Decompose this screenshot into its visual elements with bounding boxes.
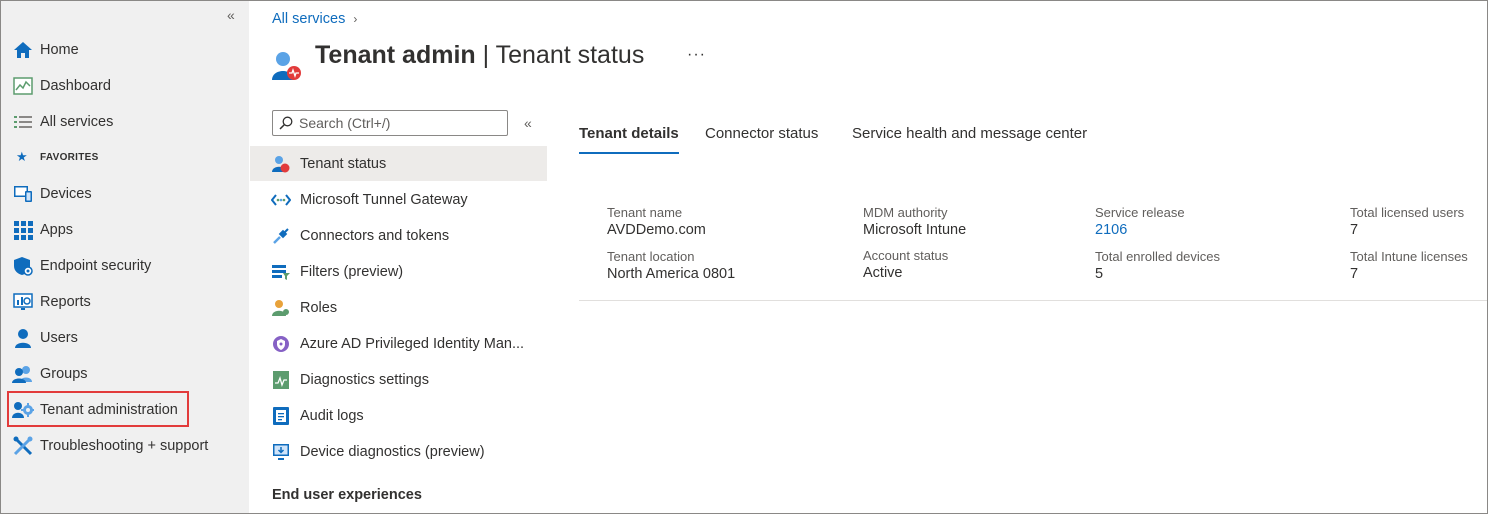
menu-item-diagnostics-settings[interactable]: Diagnostics settings: [250, 362, 547, 397]
nav-item-label: Home: [40, 42, 79, 58]
tenant-name-value: AVDDemo.com: [607, 222, 706, 238]
menu-item-label: Tenant status: [300, 155, 387, 172]
total-intune-licenses-value: 7: [1350, 266, 1359, 282]
left-navigation: « Home Dashboard All services ★ FAVORITE…: [1, 1, 249, 513]
menu-item-device-diagnostics[interactable]: Device diagnostics (preview): [250, 434, 547, 469]
nav-item-label: Users: [40, 330, 78, 346]
menu-item-roles[interactable]: Roles: [250, 290, 547, 325]
service-release-link[interactable]: 2106: [1095, 222, 1127, 238]
favorites-label: FAVORITES: [39, 151, 99, 163]
audit-log-icon: [271, 406, 291, 426]
device-diagnostics-icon: [271, 442, 291, 462]
menu-item-azure-ad-pim[interactable]: Azure AD Privileged Identity Man...: [250, 326, 547, 361]
mdm-authority-value: Microsoft Intune: [863, 222, 967, 238]
account-status-value: Active: [863, 265, 903, 281]
nav-item-all-services[interactable]: All services: [1, 106, 249, 138]
highlight-box: [7, 391, 189, 427]
menu-item-label: Microsoft Tunnel Gateway: [300, 191, 468, 208]
apps-grid-icon: [12, 219, 34, 241]
service-release-label: Service release: [1095, 205, 1185, 220]
dashboard-icon: [12, 75, 34, 97]
tab-connector-status[interactable]: Connector status: [705, 125, 818, 142]
menu-item-filters[interactable]: Filters (preview): [250, 254, 547, 289]
menu-item-label: Filters (preview): [300, 263, 404, 280]
nav-item-users[interactable]: Users: [1, 322, 249, 354]
menu-item-label: Audit logs: [300, 407, 364, 424]
pim-shield-icon: [271, 334, 291, 354]
user-icon: [12, 327, 34, 349]
details-divider: [579, 300, 1487, 301]
total-licensed-users-label: Total licensed users: [1350, 205, 1465, 220]
nav-item-groups[interactable]: Groups: [1, 358, 249, 390]
nav-item-troubleshooting[interactable]: Troubleshooting + support: [1, 430, 249, 462]
page-title-bold: Tenant admin: [315, 41, 476, 69]
tenant-name-label: Tenant name: [607, 205, 683, 220]
connector-plug-icon: [271, 226, 291, 246]
total-licensed-users-value: 7: [1350, 222, 1359, 238]
menu-item-label: Device diagnostics (preview): [300, 443, 485, 460]
collapse-nav-button[interactable]: «: [227, 7, 235, 23]
devices-icon: [12, 183, 34, 205]
total-enrolled-devices-label: Total enrolled devices: [1095, 249, 1221, 264]
total-enrolled-devices-value: 5: [1095, 266, 1104, 282]
nav-item-label: Dashboard: [40, 78, 111, 94]
selected-tab-indicator: [579, 152, 679, 154]
nav-item-endpoint-security[interactable]: Endpoint security: [1, 250, 249, 282]
menu-item-label: Connectors and tokens: [300, 227, 450, 244]
menu-item-label: Roles: [300, 299, 338, 316]
menu-item-label: Azure AD Privileged Identity Man...: [300, 335, 525, 352]
menu-item-audit-logs[interactable]: Audit logs: [250, 398, 547, 433]
page-title-separator: |: [475, 41, 496, 69]
tab-service-health[interactable]: Service health and message center: [852, 125, 1087, 142]
nav-item-label: Devices: [40, 186, 92, 202]
tools-icon: [12, 435, 34, 457]
account-status-label: Account status: [863, 248, 949, 263]
chevron-right-icon: ›: [353, 12, 358, 26]
nav-item-home[interactable]: Home: [1, 34, 249, 66]
tenant-location-label: Tenant location: [607, 249, 695, 264]
nav-item-label: All services: [40, 114, 114, 130]
page-title-rest: Tenant status: [495, 41, 645, 69]
menu-item-tunnel-gateway[interactable]: Microsoft Tunnel Gateway: [250, 182, 547, 217]
search-icon: [279, 116, 293, 130]
list-icon: [12, 111, 34, 133]
breadcrumb: All services ›: [272, 11, 357, 27]
collapse-menu-button[interactable]: «: [524, 115, 532, 131]
diagnostics-icon: [271, 370, 291, 390]
nav-item-label: Endpoint security: [40, 258, 152, 274]
more-options-button[interactable]: ···: [687, 46, 706, 64]
star-icon: ★: [16, 149, 28, 164]
section-header-end-user-experiences: End user experiences: [272, 487, 422, 503]
page-title: Tenant admin | Tenant status: [315, 41, 644, 70]
mdm-authority-label: MDM authority: [863, 205, 948, 220]
breadcrumb-link-all-services[interactable]: All services: [272, 11, 345, 27]
tenant-admin-icon: [272, 50, 302, 82]
search-placeholder: Search (Ctrl+/): [299, 115, 391, 131]
tenant-location-value: North America 0801: [607, 266, 736, 282]
nav-item-label: Groups: [40, 366, 88, 382]
nav-item-dashboard[interactable]: Dashboard: [1, 70, 249, 102]
home-icon: [12, 39, 34, 61]
tab-tenant-details[interactable]: Tenant details: [579, 125, 679, 142]
nav-item-reports[interactable]: Reports: [1, 286, 249, 318]
total-intune-licenses-label: Total Intune licenses: [1350, 249, 1468, 264]
nav-item-label: Apps: [40, 222, 74, 238]
nav-item-apps[interactable]: Apps: [1, 214, 249, 246]
groups-icon: [12, 363, 34, 385]
reports-icon: [12, 291, 34, 313]
roles-icon: [271, 298, 291, 318]
menu-item-label: Diagnostics settings: [300, 371, 429, 388]
nav-item-devices[interactable]: Devices: [1, 178, 249, 210]
menu-item-tenant-status[interactable]: Tenant status: [250, 146, 547, 181]
favorites-header: ★ FAVORITES: [1, 147, 99, 167]
filter-icon: [271, 262, 291, 282]
nav-item-label: Reports: [40, 294, 91, 310]
tunnel-gateway-icon: [271, 190, 291, 210]
shield-icon: [12, 255, 34, 277]
tenant-status-icon: [271, 154, 291, 174]
search-input[interactable]: Search (Ctrl+/): [272, 110, 508, 136]
menu-item-connectors-tokens[interactable]: Connectors and tokens: [250, 218, 547, 253]
nav-item-label: Troubleshooting + support: [40, 438, 209, 454]
